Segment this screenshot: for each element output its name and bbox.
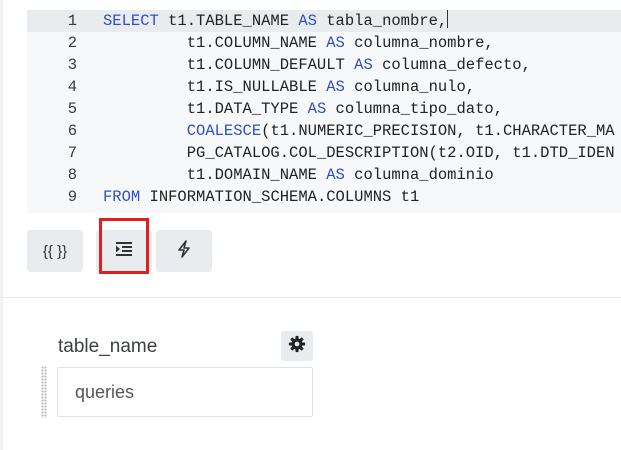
code-text: PG_CATALOG.COL_DESCRIPTION(t2.OID, t1.DT… (103, 144, 615, 162)
indent-format-icon (115, 241, 133, 261)
code-line: 7 PG_CATALOG.COL_DESCRIPTION(t2.OID, t1.… (27, 142, 621, 164)
code-text: t1.DATA_TYPE AS columna_tipo_dato, (103, 100, 503, 118)
code-line: 1 SELECT t1.TABLE_NAME AS tabla_nombre, (27, 10, 621, 32)
code-line: 5 t1.DATA_TYPE AS columna_tipo_dato, (27, 98, 621, 120)
code-text: t1.DOMAIN_NAME AS columna_dominio (103, 166, 494, 184)
code-text: t1.COLUMN_NAME AS columna_nombre, (103, 34, 494, 52)
line-number: 6 (67, 122, 77, 140)
table-name-input[interactable] (57, 367, 313, 417)
gear-icon (288, 335, 306, 358)
sql-editor[interactable]: 1 SELECT t1.TABLE_NAME AS tabla_nombre, 2 … (27, 10, 621, 213)
line-number: 3 (67, 56, 77, 74)
code-line: 9 FROM INFORMATION_SCHEMA.COLUMNS t1 (27, 186, 621, 208)
line-number: 5 (67, 100, 77, 118)
code-text: t1.IS_NULLABLE AS columna_nulo, (103, 78, 476, 96)
code-line: 8 t1.DOMAIN_NAME AS columna_dominio (27, 164, 621, 186)
left-rule (0, 0, 3, 450)
line-number: 4 (67, 78, 77, 96)
variables-button[interactable]: {{ }} (27, 230, 83, 272)
section-divider (0, 297, 621, 298)
code-line: 3 t1.COLUMN_DEFAULT AS columna_defecto, (27, 54, 621, 76)
drag-handle[interactable] (41, 366, 47, 418)
code-line: 4 t1.IS_NULLABLE AS columna_nulo, (27, 76, 621, 98)
line-number: 9 (67, 188, 77, 206)
text-caret (447, 10, 449, 28)
parameter-settings-button[interactable] (281, 331, 313, 361)
code-line: 6 COALESCE(t1.NUMERIC_PRECISION, t1.CHAR… (27, 120, 621, 142)
code-text: t1.COLUMN_DEFAULT AS columna_defecto, (103, 56, 531, 74)
code-text: COALESCE(t1.NUMERIC_PRECISION, t1.CHARAC… (186, 122, 615, 140)
code-line: 2 t1.COLUMN_NAME AS columna_nombre, (27, 32, 621, 54)
line-number: 7 (67, 144, 77, 162)
variables-label: {{ }} (42, 242, 68, 260)
code-text: SELECT t1.TABLE_NAME AS tabla_nombre, (103, 10, 449, 30)
line-number: 1 (67, 12, 77, 30)
parameter-label: table_name (58, 336, 158, 357)
code-text: FROM INFORMATION_SCHEMA.COLUMNS t1 (103, 188, 420, 206)
run-button[interactable] (156, 230, 212, 272)
lightning-icon (177, 240, 191, 262)
line-number: 2 (67, 34, 77, 52)
line-number: 8 (67, 166, 77, 184)
format-button[interactable] (96, 230, 152, 272)
